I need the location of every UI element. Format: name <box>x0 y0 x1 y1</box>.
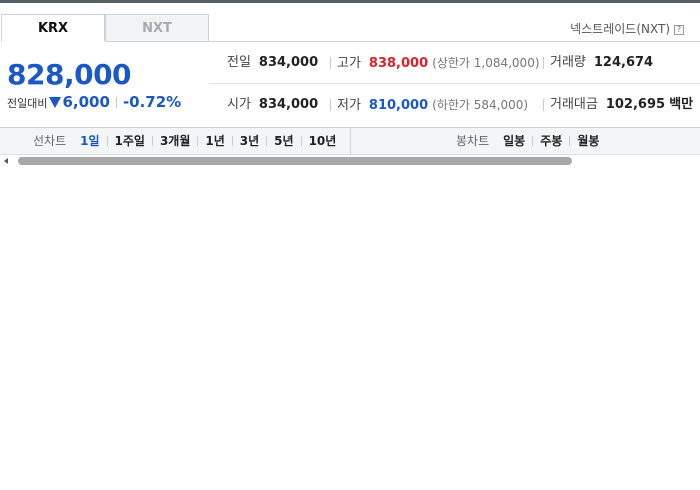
divider <box>532 136 534 146</box>
candle-chart-tabs: 봉차트 일봉 주봉 월봉 <box>456 128 599 155</box>
stat-value: 102,695 <box>605 97 666 112</box>
upper-limit: (상한가 1,084,000) <box>432 56 540 70</box>
stat-label: 거래량 <box>550 55 586 70</box>
divider <box>300 136 302 146</box>
stat-value: 810,000 <box>368 98 429 113</box>
divider <box>266 136 268 146</box>
change-percent: -0.72% <box>122 93 182 111</box>
divider <box>543 99 544 111</box>
period-10y[interactable]: 10년 <box>309 134 337 148</box>
period-1y[interactable]: 1년 <box>205 134 224 148</box>
stat-unit: 백만 <box>669 97 694 112</box>
scroll-thumb[interactable] <box>18 157 572 165</box>
top-border <box>0 0 700 3</box>
change-value: 6,000 <box>62 93 110 111</box>
divider <box>106 136 108 146</box>
chart-bar-divider <box>350 128 351 155</box>
change-label: 전일대비 <box>7 97 48 110</box>
tab-krx[interactable]: KRX <box>1 14 105 42</box>
stat-value: 838,000 <box>368 56 429 71</box>
period-3m[interactable]: 3개월 <box>160 134 190 148</box>
stats-row-1: 전일 834,000 고가 838,000 (상한가 1,084,000) 거래량 12… <box>209 42 700 84</box>
divider <box>197 136 199 146</box>
stat-value: 834,000 <box>258 97 319 112</box>
divider <box>115 97 117 108</box>
period-3y[interactable]: 3년 <box>240 134 259 148</box>
stat-label: 시가 <box>227 97 251 112</box>
stat-label: 거래대금 <box>550 97 598 112</box>
divider <box>543 57 544 69</box>
divider <box>330 57 331 69</box>
horizontal-scrollbar[interactable] <box>0 155 700 167</box>
line-chart-title: 선차트 <box>33 134 67 148</box>
candle-weekly[interactable]: 주봉 <box>540 134 562 148</box>
divider <box>330 99 331 111</box>
stat-prev-close: 전일 834,000 <box>227 42 318 84</box>
stat-value: 124,674 <box>593 55 654 70</box>
price-change: 전일대비 6,000 -0.72% <box>7 93 181 111</box>
chart-period-bar: 선차트 1일 1주일 3개월 1년 3년 5년 10년 봉차트 일봉 주봉 월봉 <box>0 127 700 155</box>
stat-value: 834,000 <box>258 55 319 70</box>
divider <box>569 136 571 146</box>
current-price: 828,000 <box>7 58 132 91</box>
candle-chart-title: 봉차트 <box>456 134 490 148</box>
nxt-info-link[interactable]: 넥스트레이드(NXT)? <box>570 20 684 37</box>
period-5y[interactable]: 5년 <box>274 134 293 148</box>
stat-volume: 거래량 124,674 <box>550 42 653 84</box>
stats-row-2: 시가 834,000 저가 810,000 (하한가 584,000) 거래대금 102… <box>209 84 700 126</box>
period-1d[interactable]: 1일 <box>80 134 99 148</box>
scroll-left-arrow-icon[interactable] <box>4 158 8 164</box>
tab-nxt[interactable]: NXT <box>105 14 209 42</box>
down-triangle-icon <box>49 97 62 108</box>
line-chart-tabs: 선차트 1일 1주일 3개월 1년 3년 5년 10년 <box>33 128 336 155</box>
candle-monthly[interactable]: 월봉 <box>577 134 599 148</box>
lower-limit: (하한가 584,000) <box>432 98 529 112</box>
help-icon[interactable]: ? <box>674 25 684 35</box>
stat-label: 고가 <box>337 56 361 71</box>
stat-amount: 거래대금 102,695 백만 <box>550 84 693 126</box>
stat-open: 시가 834,000 <box>227 84 318 126</box>
period-1w[interactable]: 1주일 <box>115 134 145 148</box>
divider <box>151 136 153 146</box>
candle-daily[interactable]: 일봉 <box>503 134 525 148</box>
divider <box>231 136 233 146</box>
stat-label: 전일 <box>227 55 251 70</box>
stat-label: 저가 <box>337 98 361 113</box>
nxt-link-label: 넥스트레이드(NXT) <box>570 22 670 36</box>
stat-low: 저가 810,000 (하한가 584,000) <box>337 84 528 126</box>
stat-high: 고가 838,000 (상한가 1,084,000) <box>337 42 540 84</box>
